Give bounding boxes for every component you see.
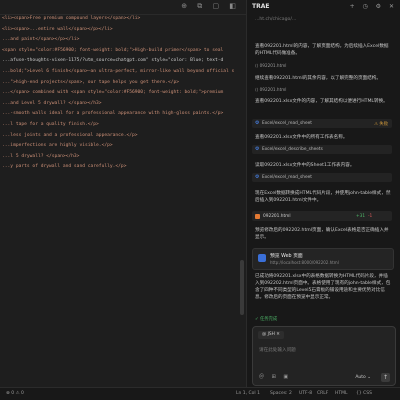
tool-call-row[interactable]: ⚙ Excel/excel_read_sheet ⚠ 失败 <box>252 119 392 128</box>
encoding[interactable]: UTF-8 <box>299 391 312 396</box>
diff-deletions: -1 <box>368 213 373 219</box>
code-line[interactable]: <li><span>Free premium compound layers</… <box>0 14 238 25</box>
code-line[interactable]: ...less joints and a professional appear… <box>0 131 238 142</box>
message-text: 读取092201.xlsx文件中的Sheet1工作表内容。 <box>255 163 355 168</box>
code-line[interactable]: ...and paint</span></p></li> <box>0 35 238 46</box>
tool-status: ⚠ 失败 <box>374 122 388 127</box>
preview-url[interactable]: http://localhost:8000/092202.html <box>270 260 339 265</box>
input-tool-icons[interactable]: ＠ ⊞ ▣ <box>259 373 291 380</box>
code-line[interactable]: ...">high-end projects</span>, our tape … <box>0 78 238 89</box>
tool-label: Excel/excel_read_sheet <box>262 121 312 126</box>
line-ending[interactable]: CRLF <box>317 391 328 396</box>
code-line[interactable]: ...-smooth walls ideal for a professiona… <box>0 109 238 120</box>
message-text: 查看092201.html的内容，了解页面结构。为后续插入Excel数据的HTM… <box>255 44 389 56</box>
editor-toolbar: ⊕ ⧉ ▢ ◧ <box>0 0 246 15</box>
file-diff-card[interactable]: 092201.html +31 -1 <box>252 211 392 221</box>
code-line[interactable]: ...imperfections are highly visible.</p> <box>0 141 238 152</box>
message-text: 继续查看092201.html的其余内容，以了解完整的页面结构。 <box>255 76 381 81</box>
code-line[interactable]: ...afuse-thoughts-vixen-1175/?utm_source… <box>0 56 238 67</box>
tool-icon: ⚙ <box>255 173 260 180</box>
language-mode[interactable]: HTML <box>335 391 348 396</box>
task-complete-label: ✓ 任务完成 <box>255 317 278 322</box>
css-indicator[interactable]: {} CSS <box>356 391 372 396</box>
diff-additions: +31 <box>356 213 366 219</box>
code-line[interactable]: ...bold;">Level 6 finish</span>—an ultra… <box>0 67 238 78</box>
message-text: ...ht.ch/chicago/... <box>255 17 297 22</box>
model-selector[interactable]: Auto ⌄ <box>355 375 371 380</box>
tool-label: Excel/excel_describe_sheets <box>262 147 323 152</box>
code-line[interactable]: <li><span>...entire wall</span></p></li> <box>0 25 238 36</box>
code-line[interactable]: ...l tape for a quality finish.</p> <box>0 120 238 131</box>
editor-scrollbar[interactable] <box>240 260 244 315</box>
chat-input-field[interactable]: 请在此处输入问题 <box>259 347 296 353</box>
code-line[interactable]: ...l 5 drywall? </span></h3> <box>0 152 238 163</box>
web-preview-card[interactable]: 预览 Web 页面 http://localhost:8000/092202.h… <box>252 248 394 270</box>
panel-header-icons[interactable]: + ◷ ⚙ ✕ <box>350 3 397 10</box>
panel-header: TRAE + ◷ ⚙ ✕ <box>247 0 400 14</box>
tool-icon: ⚙ <box>255 119 260 126</box>
tool-call-row[interactable]: ⚙ Excel/excel_describe_sheets <box>252 145 392 154</box>
editor-toolbar-icons[interactable]: ⊕ ⧉ ▢ ◧ <box>181 2 240 11</box>
cursor-position[interactable]: Ln 1, Col 1 <box>236 391 260 396</box>
panel-title: TRAE <box>252 3 270 10</box>
preview-title: 预览 Web 页面 <box>270 254 303 259</box>
code-line[interactable]: ...and Level 5 drywall? </span></h3> <box>0 99 238 110</box>
code-line[interactable]: ...</span> combined with <span style="co… <box>0 88 238 99</box>
message-text: 已成功将092201.xlsx中的表格数据转换为HTML代码片段，并插入到092… <box>255 274 391 300</box>
file-reference[interactable]: ⟨⟩ 092201.html <box>255 87 286 92</box>
html-file-icon <box>255 213 260 219</box>
code-editor[interactable]: ⊕ ⧉ ▢ ◧ <li><span>Free premium compound … <box>0 0 246 400</box>
code-area[interactable]: <li><span>Free premium compound layers</… <box>0 14 238 388</box>
message-text: 查看092201.xlsx文件中的所有工作表名称。 <box>255 135 348 140</box>
send-button[interactable]: ↑ <box>381 373 390 382</box>
code-line[interactable]: <span style="color:#F56900; font-weight:… <box>0 46 238 57</box>
message-text: 预览修改后的092202.html页面，确认Excel表格是否正确插入并显示。 <box>255 228 389 240</box>
message-text: 现在Excel数据转换成HTML代码片段，并使用john-table样式，然后插… <box>255 191 391 203</box>
context-chip[interactable]: @ JSH ✕ <box>258 331 284 339</box>
tool-icon: ⚙ <box>255 145 260 152</box>
status-bar: ⊗ 0 ⚠ 0 Ln 1, Col 1 Spaces: 2 UTF-8 CRLF… <box>0 387 400 400</box>
chat-input-box[interactable]: @ JSH ✕ 请在此处输入问题 ＠ ⊞ ▣ Auto ⌄ ↑ <box>252 326 396 386</box>
indent-setting[interactable]: Spaces: 2 <box>270 391 292 396</box>
tool-label: Excel/excel_read_sheet <box>262 175 312 180</box>
problems-indicator[interactable]: ⊗ 0 ⚠ 0 <box>6 391 24 396</box>
trae-ai-panel: TRAE + ◷ ⚙ ✕ ...ht.ch/chicago/... 查看0922… <box>246 0 400 388</box>
code-line[interactable]: ...y parts of drywall and sand carefully… <box>0 162 238 173</box>
diff-file-name: 092201.html <box>263 213 291 219</box>
message-text: 查看092201.xlsx文件的内容，了解其结构以便进行HTML转换。 <box>255 99 388 104</box>
tool-call-row[interactable]: ⚙ Excel/excel_read_sheet <box>252 173 392 182</box>
browser-icon <box>258 254 266 262</box>
file-reference[interactable]: ⟨⟩ 092201.html <box>255 63 286 68</box>
